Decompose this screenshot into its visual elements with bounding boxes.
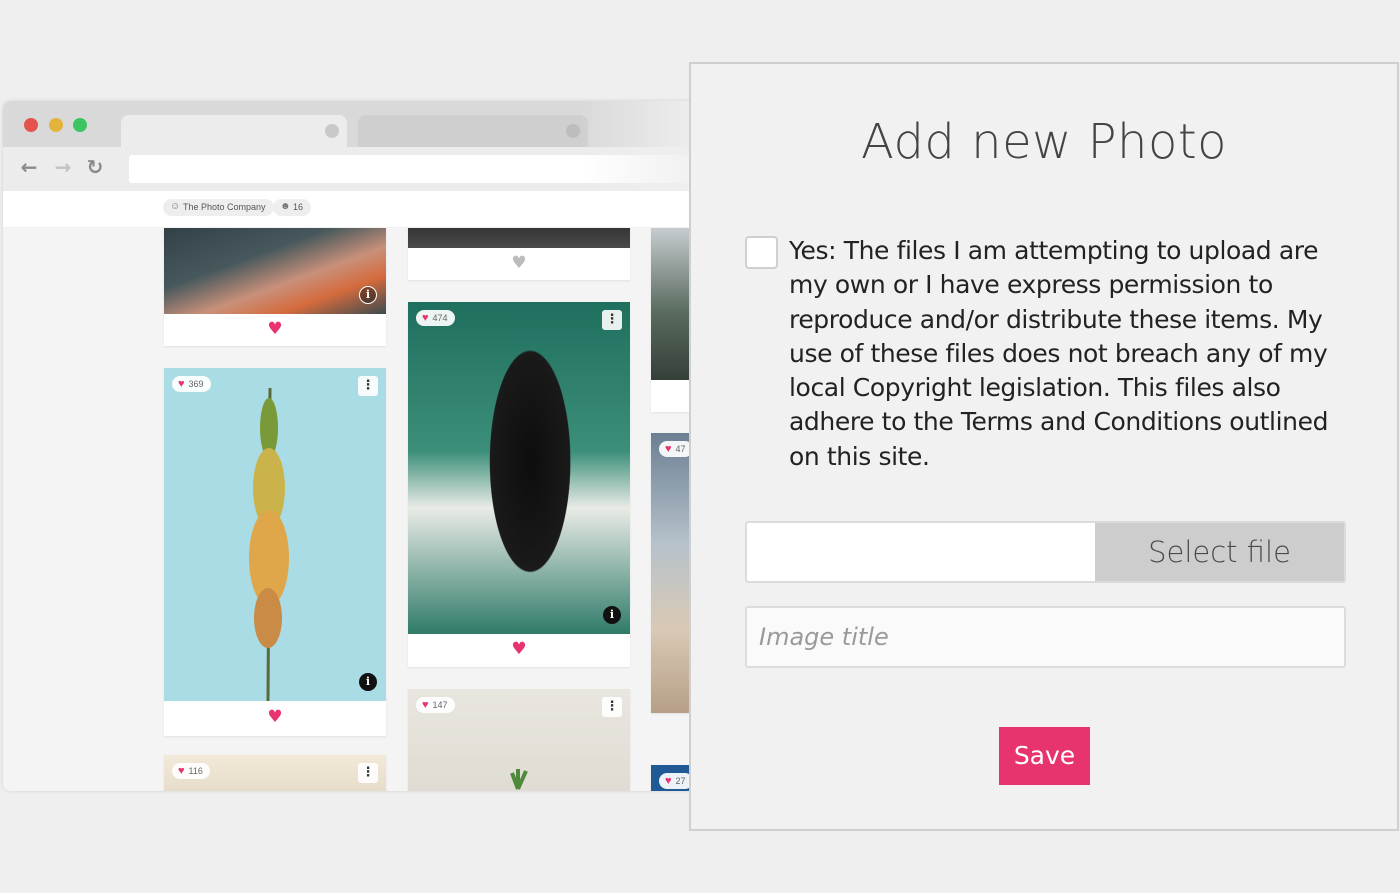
members-chip[interactable]: ☻ 16: [273, 199, 312, 216]
like-count-badge: ♥ 474: [416, 310, 455, 326]
photo-card[interactable]: ♥ 474 ⋮ i ♥: [408, 302, 630, 667]
photo-feed: i ♥ ♥ 369 ⋮ i ♥ ♥ 116 ⋮ ♥ ♥ 474 ⋮ i ♥ ♥ …: [3, 228, 763, 791]
info-icon[interactable]: i: [359, 286, 377, 304]
image-title-input[interactable]: [745, 606, 1346, 668]
card-footer: ♥: [164, 701, 386, 736]
heart-icon[interactable]: ♥: [267, 321, 282, 338]
like-count-badge: ♥ 369: [172, 376, 211, 392]
like-count: 27: [675, 776, 686, 786]
photo-card[interactable]: ♥ 147 ⋮: [408, 689, 630, 791]
like-count-badge: ♥ 116: [172, 763, 210, 779]
browser-window: ← → ↻ ☺ The Photo Company ☻ 16 i ♥ ♥ 369…: [3, 101, 763, 791]
dialog-title: Add new Photo: [860, 114, 1228, 170]
browser-fade-overlay: [580, 101, 690, 191]
maximize-window-button[interactable]: [73, 118, 87, 132]
like-count: 369: [188, 379, 204, 389]
browser-tab-active[interactable]: [121, 115, 347, 147]
heart-icon[interactable]: ♥: [511, 641, 526, 658]
consent-text: Yes: The files I am attempting to upload…: [789, 236, 1329, 471]
heart-icon: ♥: [422, 312, 429, 324]
card-menu-icon[interactable]: ⋮: [358, 376, 378, 396]
photo-card[interactable]: ♥ 369 ⋮ i ♥: [164, 368, 386, 736]
heart-icon: ♥: [665, 775, 672, 787]
photo-image: [164, 228, 386, 314]
like-count: 47: [675, 444, 686, 454]
members-chip-count: 16: [293, 202, 304, 212]
like-count-badge: ♥ 27: [659, 773, 693, 789]
like-count: 147: [432, 700, 448, 710]
select-file-button[interactable]: Select file: [1095, 523, 1344, 581]
file-picker: Select file: [745, 521, 1346, 583]
card-menu-icon[interactable]: ⋮: [602, 697, 622, 717]
company-chip-label: The Photo Company: [183, 202, 266, 212]
photo-card[interactable]: ♥: [408, 228, 630, 280]
info-icon[interactable]: i: [603, 606, 621, 624]
heart-icon[interactable]: ♥: [267, 709, 282, 726]
aloe-flower-illustration: [249, 387, 289, 702]
like-count-badge: ♥ 47: [659, 441, 693, 457]
reload-icon[interactable]: ↻: [83, 155, 107, 179]
heart-icon: ♥: [422, 699, 429, 711]
site-header: ☺ The Photo Company ☻ 16: [3, 191, 763, 228]
heart-icon: ♥: [665, 443, 672, 455]
photo-image: [408, 228, 630, 248]
like-count: 116: [188, 766, 203, 776]
forward-arrow-icon[interactable]: →: [51, 155, 75, 179]
card-footer: ♥: [408, 634, 630, 667]
card-menu-icon[interactable]: ⋮: [358, 763, 378, 783]
card-menu-icon[interactable]: ⋮: [602, 310, 622, 330]
users-icon: ☻: [280, 201, 291, 212]
photo-image: [408, 302, 630, 634]
close-window-button[interactable]: [24, 118, 38, 132]
heart-icon[interactable]: ♥: [511, 255, 526, 272]
tab-close-icon[interactable]: [566, 124, 580, 138]
photo-card[interactable]: ♥ 116 ⋮: [164, 755, 386, 791]
heart-icon: ♥: [178, 765, 185, 777]
add-photo-dialog: Add new Photo Yes: The files I am attemp…: [689, 62, 1399, 831]
minimize-window-button[interactable]: [49, 118, 63, 132]
info-icon[interactable]: i: [359, 673, 377, 691]
photo-card[interactable]: i ♥: [164, 228, 386, 346]
file-path-field[interactable]: [747, 523, 1097, 581]
heart-icon: ♥: [178, 378, 185, 390]
card-footer: ♥: [164, 314, 386, 346]
browser-tab-inactive[interactable]: [358, 115, 588, 147]
photo-image: [164, 368, 386, 702]
company-chip[interactable]: ☺ The Photo Company: [163, 199, 274, 216]
user-icon: ☺: [170, 201, 181, 212]
back-arrow-icon[interactable]: ←: [17, 155, 41, 179]
tab-close-icon[interactable]: [325, 124, 339, 138]
like-count: 474: [432, 313, 448, 323]
consent-checkbox[interactable]: [745, 236, 778, 269]
like-count-badge: ♥ 147: [416, 697, 455, 713]
save-button[interactable]: Save: [999, 727, 1090, 785]
card-footer: ♥: [408, 248, 630, 280]
